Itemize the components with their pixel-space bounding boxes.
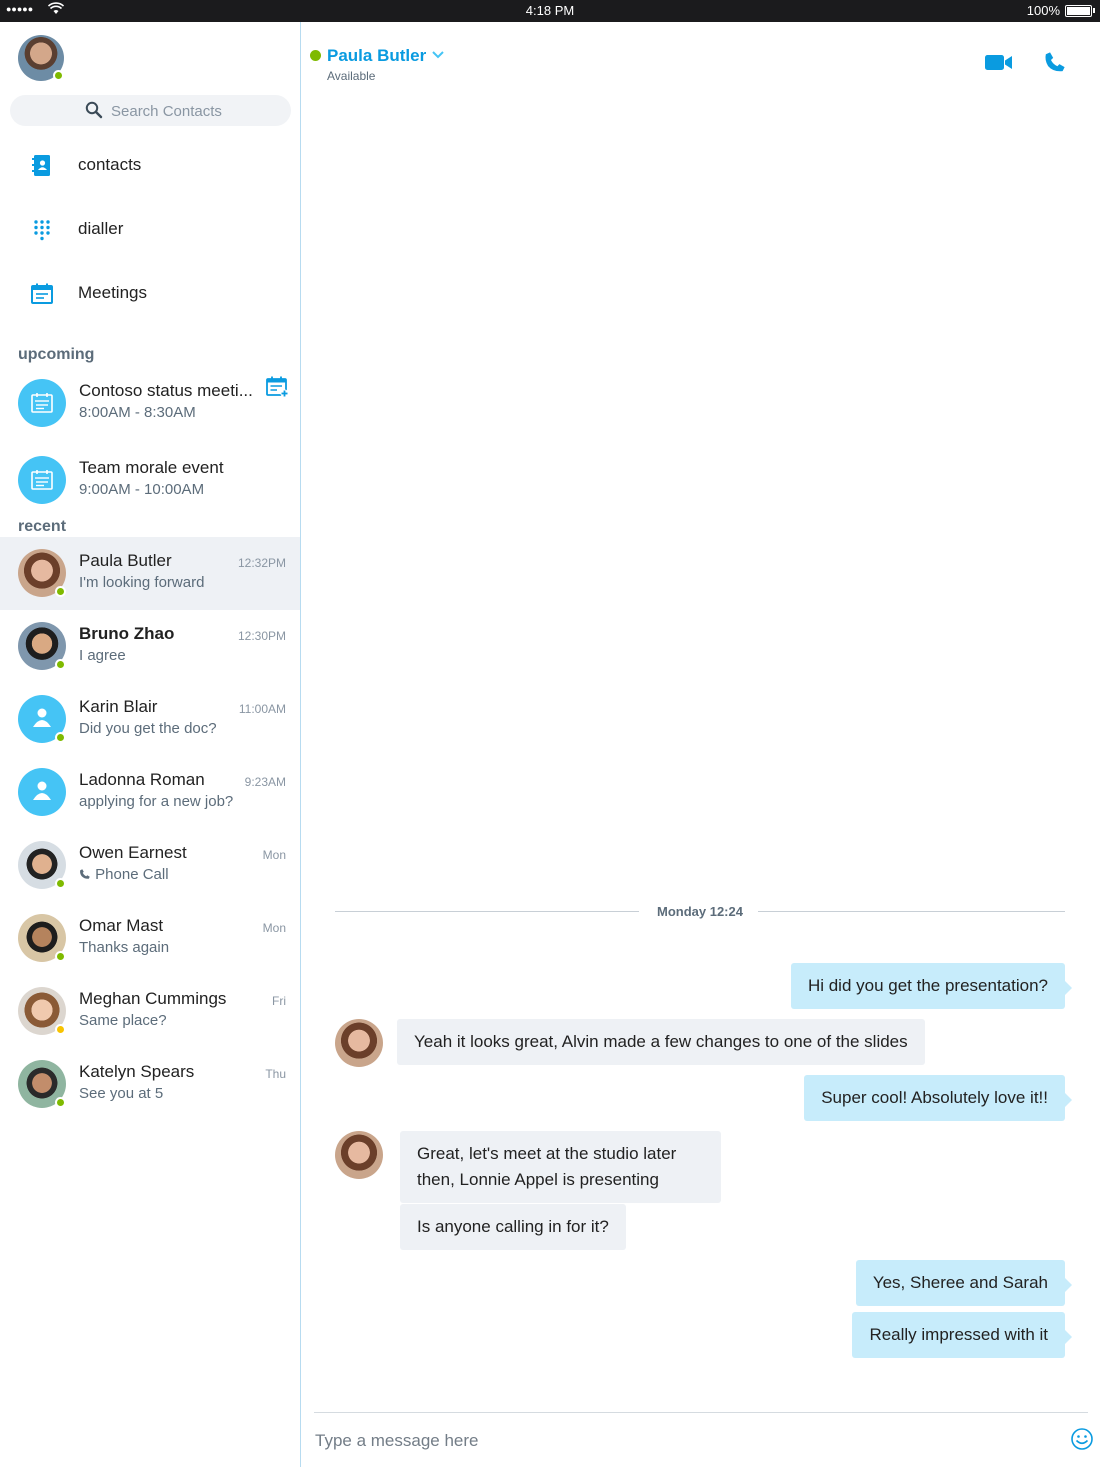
message-time: 9:23AM (244, 775, 286, 789)
conversation-item[interactable]: Paula Butler I'm looking forward 12:32PM (0, 537, 300, 610)
last-message: Phone Call (79, 866, 169, 883)
search-placeholder: Search Contacts (111, 103, 222, 120)
event-avatar (18, 456, 66, 504)
outgoing-message[interactable]: Really impressed with it (852, 1312, 1072, 1358)
conversation-item[interactable]: Omar Mast Thanks again Mon (0, 902, 300, 975)
outgoing-message[interactable]: Hi did you get the presentation? (790, 963, 1073, 1009)
event-time: 9:00AM - 10:00AM (79, 481, 205, 498)
add-meeting-icon[interactable] (265, 375, 289, 399)
message-time: Fri (272, 994, 286, 1008)
status-bar: ●●●●● 4:18 PM 100% (0, 0, 1100, 22)
message-time: 12:32PM (237, 556, 286, 570)
presence-online-dot (55, 732, 66, 743)
upcoming-event[interactable]: Team morale event 9:00AM - 10:00AM (0, 452, 300, 516)
recent-heading: recent (18, 518, 67, 535)
conversation-item[interactable]: Ladonna Roman applying for a new job? 9:… (0, 756, 300, 829)
event-time: 8:00AM - 8:30AM (79, 404, 196, 421)
incoming-message[interactable]: Yeah it looks great, Alvin made a few ch… (397, 1019, 925, 1065)
conversation-item[interactable]: Katelyn Spears See you at 5 Thu (0, 1048, 300, 1121)
chat-contact-name[interactable]: Paula Butler (327, 46, 426, 66)
last-message: applying for a new job? (79, 793, 234, 810)
chat-pane: Paula Butler Available Monday 12:24 Hi d… (302, 22, 1100, 1467)
my-presence-dot (53, 70, 64, 81)
composer-divider (314, 1412, 1088, 1413)
date-divider-line (335, 911, 639, 912)
date-divider-label: Monday 12:24 (657, 904, 743, 919)
incoming-message[interactable]: Great, let's meet at the studio later th… (400, 1131, 721, 1203)
avatar (335, 1131, 383, 1179)
nav-meetings-label: Meetings (78, 283, 147, 302)
upcoming-heading: upcoming (18, 346, 95, 363)
message-time: Thu (265, 1067, 286, 1081)
contact-name: Karin Blair (79, 697, 158, 716)
clock: 4:18 PM (525, 3, 575, 18)
calendar-icon (31, 393, 53, 413)
nav-contacts[interactable]: contacts (0, 142, 300, 192)
presence-online-dot (55, 659, 66, 670)
presence-online-dot (55, 586, 66, 597)
person-icon (33, 708, 51, 727)
calendar-icon (31, 283, 53, 304)
avatar (18, 768, 66, 816)
battery-tip (1093, 8, 1095, 13)
sidebar: Search Contacts contacts dialler Meeting… (0, 22, 301, 1467)
video-call-icon[interactable] (985, 54, 1013, 71)
conversation-item[interactable]: Karin Blair Did you get the doc? 11:00AM (0, 683, 300, 756)
contact-name: Meghan Cummings (79, 989, 227, 1008)
contact-name: Bruno Zhao (79, 624, 175, 643)
message-time: 12:30PM (237, 629, 286, 643)
calendar-icon (31, 470, 53, 490)
presence-online-dot (55, 878, 66, 889)
nav-dialler-label: dialler (78, 219, 124, 238)
incoming-message[interactable]: Is anyone calling in for it? (400, 1204, 626, 1250)
chat-contact-status: Available (327, 69, 376, 83)
person-icon (33, 781, 51, 800)
last-message: See you at 5 (79, 1085, 164, 1102)
last-message-text: Phone Call (95, 866, 169, 883)
battery-percentage: 100% (1026, 3, 1060, 18)
contact-name: Omar Mast (79, 916, 164, 935)
presence-online-dot (310, 50, 321, 61)
conversation-item[interactable]: Bruno Zhao I agree 12:30PM (0, 610, 300, 683)
upcoming-event[interactable]: Contoso status meeti... 8:00AM - 8:30AM (0, 375, 300, 439)
emoticon-icon[interactable] (1070, 1427, 1094, 1451)
presence-online-dot (55, 1097, 66, 1108)
phone-call-icon[interactable] (1044, 51, 1066, 73)
search-contacts-input[interactable]: Search Contacts (10, 95, 291, 126)
contact-name: Paula Butler (79, 551, 172, 570)
conversation-item[interactable]: Meghan Cummings Same place? Fri (0, 975, 300, 1048)
chevron-down-icon[interactable] (432, 51, 444, 59)
message-time: Mon (262, 848, 286, 862)
date-divider-line (758, 911, 1065, 912)
search-icon (85, 101, 103, 119)
event-title: Contoso status meeti... (79, 381, 253, 400)
last-message: Thanks again (79, 939, 170, 956)
event-title: Team morale event (79, 458, 224, 477)
last-message: Did you get the doc? (79, 720, 217, 737)
last-message: I agree (79, 647, 126, 664)
message-time: 11:00AM (238, 702, 286, 716)
last-message: Same place? (79, 1012, 167, 1029)
last-message: I'm looking forward (79, 574, 205, 591)
dialpad-icon (34, 220, 50, 241)
nav-meetings[interactable]: Meetings (0, 270, 300, 320)
contact-name: Ladonna Roman (79, 770, 205, 789)
nav-dialler[interactable]: dialler (0, 206, 300, 256)
event-avatar (18, 379, 66, 427)
presence-online-dot (55, 951, 66, 962)
battery-icon (1065, 5, 1092, 17)
conversation-item[interactable]: Owen Earnest Phone Call Mon (0, 829, 300, 902)
outgoing-message[interactable]: Yes, Sheree and Sarah (855, 1260, 1073, 1306)
contact-name: Owen Earnest (79, 843, 187, 862)
outgoing-message[interactable]: Super cool! Absolutely love it!! (804, 1075, 1072, 1121)
phone-call-icon (80, 869, 90, 879)
presence-away-dot (55, 1024, 66, 1035)
chat-header: Paula Butler Available (302, 22, 1100, 92)
avatar (335, 1019, 383, 1067)
contact-name: Katelyn Spears (79, 1062, 195, 1081)
nav-contacts-label: contacts (78, 155, 142, 174)
message-input[interactable]: Type a message here (315, 1431, 478, 1451)
contacts-book-icon (32, 155, 50, 176)
message-time: Mon (262, 921, 286, 935)
